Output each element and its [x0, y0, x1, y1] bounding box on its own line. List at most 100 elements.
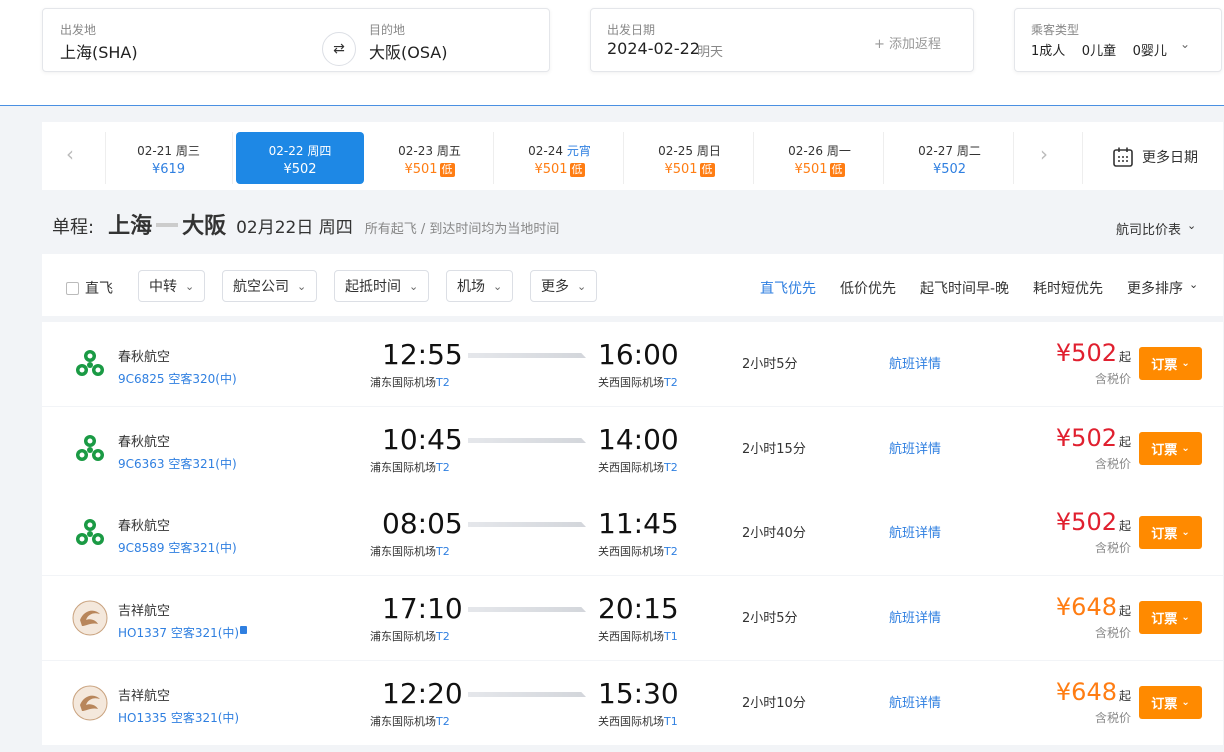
date-tab-price: ¥502 — [932, 162, 967, 177]
spring-airlines-logo-icon — [76, 350, 104, 376]
from-field[interactable]: 出发地 上海(SHA) — [43, 9, 283, 71]
airline-logo — [72, 515, 108, 555]
flight-number[interactable]: HO1335 空客321(中) — [118, 709, 239, 726]
price-suffix: 起 — [1118, 435, 1131, 449]
price: ¥502 起 — [1056, 424, 1131, 452]
from-value: 上海(SHA) — [60, 43, 138, 62]
to-field[interactable]: 目的地 大阪(OSA) — [363, 9, 549, 71]
price-suffix: 起 — [1118, 689, 1131, 703]
airline-name: 春秋航空 — [118, 519, 171, 534]
departure-time: 10:45 — [382, 423, 463, 456]
flight-number[interactable]: 9C6363 空客321(中) — [118, 455, 237, 472]
flight-duration: 2小时5分 — [742, 357, 798, 372]
chevron-down-icon: ⌄ — [1180, 37, 1191, 51]
next-dates-icon[interactable]: › — [1040, 142, 1048, 166]
date-tab[interactable]: 02-25 周日 ¥501 低 — [626, 132, 754, 184]
sort-more[interactable]: 更多排序 ⌄ — [1127, 278, 1198, 298]
date-hint: 明天 — [697, 45, 724, 60]
chevron-down-icon: ⌄ — [1189, 278, 1199, 291]
prev-dates-icon[interactable]: ‹ — [66, 142, 74, 166]
time-label: 起抵时间 — [345, 279, 401, 295]
arrival-time: 16:00 — [598, 338, 679, 371]
flight-row: 吉祥航空 HO1335 空客321(中) 12:20 浦东国际机场T2 15:3… — [42, 661, 1223, 745]
book-button[interactable]: 订票 ⌄ — [1139, 347, 1202, 380]
airport-label: 机场 — [457, 279, 485, 295]
tax-note: 含税价 — [1094, 626, 1131, 640]
juneyao-airlines-logo-icon — [72, 685, 108, 721]
flight-number[interactable]: HO1337 空客321(中) — [118, 624, 239, 641]
date-tab-date: 02-27 周二 — [918, 144, 981, 158]
airport-filter[interactable]: 机场 ⌄ — [446, 270, 514, 302]
chevron-down-icon: ⌄ — [577, 279, 587, 293]
passenger-card[interactable]: 乘客类型 1成人 0儿童 0婴儿 ⌄ — [1014, 8, 1222, 72]
route-card: 出发地 上海(SHA) ⇄ 目的地 大阪(OSA) — [42, 8, 550, 72]
date-card[interactable]: 出发日期 2024-02-22 明天 + 添加返程 — [590, 8, 974, 72]
chevron-down-icon: ⌄ — [1187, 219, 1197, 232]
passenger-label: 乘客类型 — [1031, 23, 1080, 37]
flight-duration: 2小时15分 — [742, 442, 806, 457]
airline-logo — [72, 431, 108, 471]
date-tab[interactable]: 02-24 元宵 ¥501 低 — [496, 132, 624, 184]
sort-short[interactable]: 耗时短优先 — [1033, 278, 1103, 298]
flight-number[interactable]: 9C8589 空客321(中) — [118, 539, 237, 556]
trip-note: 所有起飞 / 到达时间均为当地时间 — [364, 222, 560, 237]
price-value: ¥502 — [1055, 424, 1117, 452]
book-label: 订票 — [1151, 527, 1178, 542]
airline-logo — [72, 346, 108, 386]
book-label: 订票 — [1151, 443, 1178, 458]
flight-detail-link[interactable]: 航班详情 — [889, 692, 941, 711]
sort-low-price[interactable]: 低价优先 — [840, 278, 896, 298]
price: ¥502 起 — [1056, 508, 1131, 536]
more-dates-button[interactable]: 更多日期 — [1112, 146, 1198, 168]
airline-compare-button[interactable]: 航司比价表 ⌄ — [1116, 219, 1196, 238]
flight-detail-link[interactable]: 航班详情 — [889, 522, 941, 541]
date-tab[interactable]: 02-27 周二 ¥502 — [886, 132, 1014, 184]
direct-checkbox[interactable]: 直飞 — [66, 278, 113, 298]
date-tab[interactable]: 02-26 周一 ¥501 低 — [756, 132, 884, 184]
airline-name: 春秋航空 — [118, 350, 171, 365]
flight-duration: 2小时5分 — [742, 611, 798, 626]
price-value: ¥502 — [1055, 508, 1117, 536]
low-badge: 低 — [699, 163, 715, 177]
airline-filter[interactable]: 航空公司 ⌄ — [222, 270, 318, 302]
flight-path-line — [468, 438, 586, 443]
chevron-down-icon: ⌄ — [409, 279, 419, 293]
flight-path-line — [468, 607, 586, 612]
time-filter[interactable]: 起抵时间 ⌄ — [334, 270, 430, 302]
add-return-button[interactable]: + 添加返程 — [874, 33, 941, 52]
flight-number[interactable]: 9C6825 空客320(中) — [118, 370, 237, 387]
book-button[interactable]: 订票 ⌄ — [1139, 686, 1202, 719]
swap-button[interactable]: ⇄ — [322, 32, 356, 66]
chevron-down-icon: ⌄ — [1181, 612, 1190, 623]
tax-note: 含税价 — [1094, 457, 1131, 471]
sort-direct-first[interactable]: 直飞优先 — [760, 278, 816, 298]
more-filter[interactable]: 更多 ⌄ — [530, 270, 598, 302]
direct-label: 直飞 — [85, 281, 113, 297]
date-selector: ‹ 02-21 周三 ¥619 02-22 周四 ¥502 02-23 周五 ¥… — [42, 122, 1223, 190]
date-tab-date: 02-23 周五 — [398, 144, 461, 158]
flight-detail-link[interactable]: 航班详情 — [889, 353, 941, 372]
flight-detail-link[interactable]: 航班详情 — [889, 607, 941, 626]
date-tab[interactable]: 02-21 周三 ¥619 — [105, 132, 233, 184]
date-tab-selected[interactable]: 02-22 周四 ¥502 — [236, 132, 364, 184]
date-tab[interactable]: 02-23 周五 ¥501 低 — [366, 132, 494, 184]
flight-duration: 2小时40分 — [742, 526, 806, 541]
book-button[interactable]: 订票 ⌄ — [1139, 516, 1202, 549]
from-label: 出发地 — [60, 23, 97, 37]
price: ¥502 起 — [1056, 339, 1131, 367]
trip-title: 单程: 上海 大阪 02月22日 周四 所有起飞 / 到达时间均为当地时间 — [52, 208, 559, 240]
sort-early[interactable]: 起飞时间早-晚 — [920, 278, 1009, 298]
trip-to: 大阪 — [182, 214, 227, 239]
date-value: 2024-02-22 — [607, 39, 700, 58]
flight-row: 春秋航空 9C6825 空客320(中) 12:55 浦东国际机场T2 16:0… — [42, 322, 1223, 406]
book-button[interactable]: 订票 ⌄ — [1139, 432, 1202, 465]
arrival-airport: 关西国际机场T2 — [598, 461, 678, 474]
book-button[interactable]: 订票 ⌄ — [1139, 601, 1202, 634]
plane-icon — [156, 223, 179, 227]
flight-row: 春秋航空 9C8589 空客321(中) 08:05 浦东国际机场T2 11:4… — [42, 491, 1223, 575]
airline-name: 吉祥航空 — [118, 689, 171, 704]
flight-row: 吉祥航空 HO1337 空客321(中) 17:10 浦东国际机场T2 20:1… — [42, 576, 1223, 660]
low-badge: 低 — [569, 163, 585, 177]
transfer-filter[interactable]: 中转 ⌄ — [138, 270, 206, 302]
flight-detail-link[interactable]: 航班详情 — [889, 438, 941, 457]
